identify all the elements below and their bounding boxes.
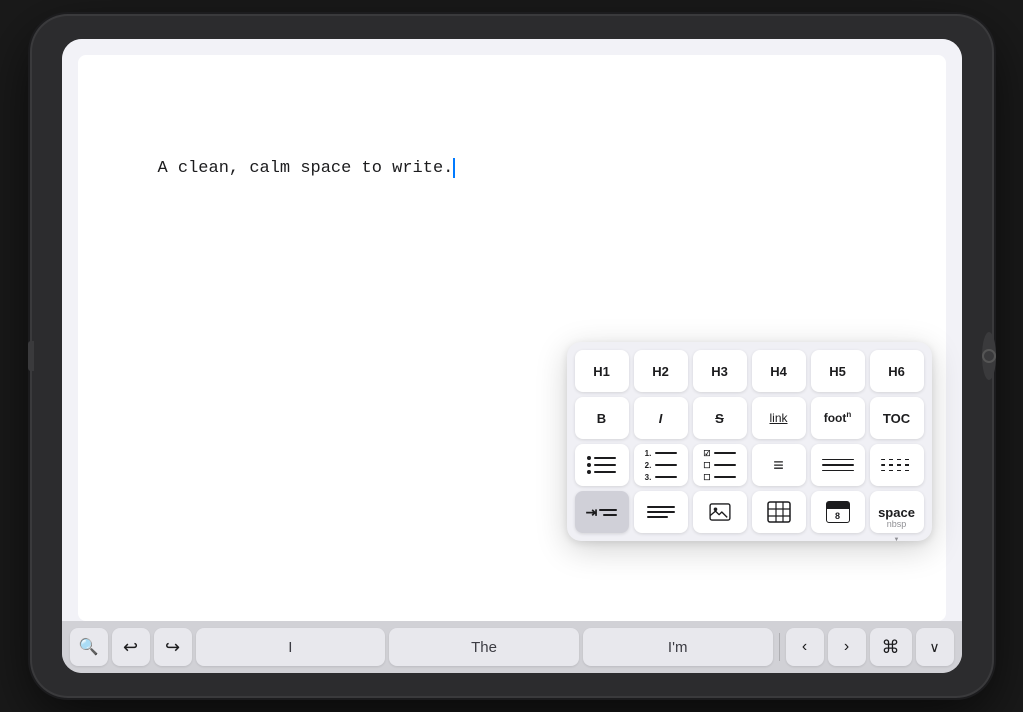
divider	[779, 633, 780, 661]
image-icon	[709, 503, 731, 521]
numbered-list-icon: 1. 2. 3.	[639, 449, 683, 482]
strikethrough-button[interactable]: S	[693, 397, 747, 439]
word1-button[interactable]: I	[196, 628, 386, 666]
check-list-button[interactable]: ☑ ☐ ☐	[693, 444, 747, 486]
h1-label: H1	[593, 364, 610, 379]
bold-button[interactable]: B	[575, 397, 629, 439]
strike-label: S	[715, 411, 724, 426]
text-block-icon	[647, 506, 675, 518]
redo-icon: ↪	[165, 637, 180, 658]
text-block-button[interactable]	[634, 491, 688, 533]
cmd-button[interactable]: ⌘	[870, 628, 912, 666]
calendar-button[interactable]: 8	[811, 491, 865, 533]
space-button[interactable]: space nbsp	[870, 491, 924, 533]
expand-icon: ∨	[929, 639, 939, 656]
expand-button[interactable]: ∨	[916, 628, 954, 666]
separator-button[interactable]	[811, 444, 865, 486]
separator-icon	[822, 459, 854, 472]
paragraph-button[interactable]: ≡	[752, 444, 806, 486]
screen: A clean, calm space to write. H1 H2 H3 H…	[62, 39, 962, 673]
table-icon	[767, 501, 791, 523]
check-list-icon: ☑ ☐ ☐	[697, 449, 741, 482]
prev-button[interactable]: ‹	[786, 628, 824, 666]
prev-icon: ‹	[802, 638, 807, 656]
h3-button[interactable]: H3	[693, 350, 747, 392]
word3-button[interactable]: I'm	[583, 628, 773, 666]
text-cursor	[453, 158, 455, 178]
numbered-list-button[interactable]: 1. 2. 3.	[634, 444, 688, 486]
h2-label: H2	[652, 364, 669, 379]
search-icon: 🔍	[79, 637, 99, 657]
dashed-separator-icon	[881, 459, 913, 472]
word2-button[interactable]: The	[389, 628, 579, 666]
next-icon: ›	[844, 638, 849, 656]
table-button[interactable]	[752, 491, 806, 533]
bullet-list-button[interactable]	[575, 444, 629, 486]
cmd-icon: ⌘	[882, 637, 900, 658]
search-button[interactable]: 🔍	[70, 628, 108, 666]
link-button[interactable]: link	[752, 397, 806, 439]
indent-button[interactable]: ⇥	[575, 491, 629, 533]
h1-button[interactable]: H1	[575, 350, 629, 392]
bullet-list-icon	[581, 456, 622, 474]
h2-button[interactable]: H2	[634, 350, 688, 392]
calendar-icon: 8	[826, 501, 850, 523]
undo-button[interactable]: ↩	[112, 628, 150, 666]
device-frame: A clean, calm space to write. H1 H2 H3 H…	[32, 16, 992, 696]
h5-button[interactable]: H5	[811, 350, 865, 392]
toc-label: TOC	[883, 411, 910, 426]
h6-button[interactable]: H6	[870, 350, 924, 392]
bottom-toolbar: 🔍 ↩ ↪ I The I'm ‹ › ⌘ ∨	[62, 621, 962, 673]
undo-icon: ↩	[123, 637, 138, 658]
h4-label: H4	[770, 364, 787, 379]
indent-icon: ⇥	[586, 504, 618, 521]
camera-button	[28, 341, 34, 371]
editor-text: A clean, calm space to write.	[78, 55, 536, 282]
dashed-separator-button[interactable]	[870, 444, 924, 486]
image-button[interactable]	[693, 491, 747, 533]
h5-label: H5	[829, 364, 846, 379]
h6-label: H6	[888, 364, 905, 379]
redo-button[interactable]: ↪	[154, 628, 192, 666]
content-area: A clean, calm space to write. H1 H2 H3 H…	[62, 39, 962, 621]
h4-button[interactable]: H4	[752, 350, 806, 392]
home-button[interactable]	[982, 332, 996, 380]
footnote-label: footn	[824, 411, 852, 425]
link-label: link	[769, 411, 787, 425]
toc-button[interactable]: TOC	[870, 397, 924, 439]
footnote-button[interactable]: footn	[811, 397, 865, 439]
space-sublabel: nbsp	[887, 519, 907, 529]
italic-label: I	[659, 411, 663, 426]
editor-content: A clean, calm space to write.	[158, 159, 454, 178]
italic-button[interactable]: I	[634, 397, 688, 439]
paragraph-icon: ≡	[773, 455, 784, 476]
h3-label: H3	[711, 364, 728, 379]
space-label: space	[878, 505, 915, 520]
formatting-toolbar: H1 H2 H3 H4 H5 H6 B	[567, 342, 932, 541]
bold-label: B	[597, 411, 606, 426]
next-button[interactable]: ›	[828, 628, 866, 666]
